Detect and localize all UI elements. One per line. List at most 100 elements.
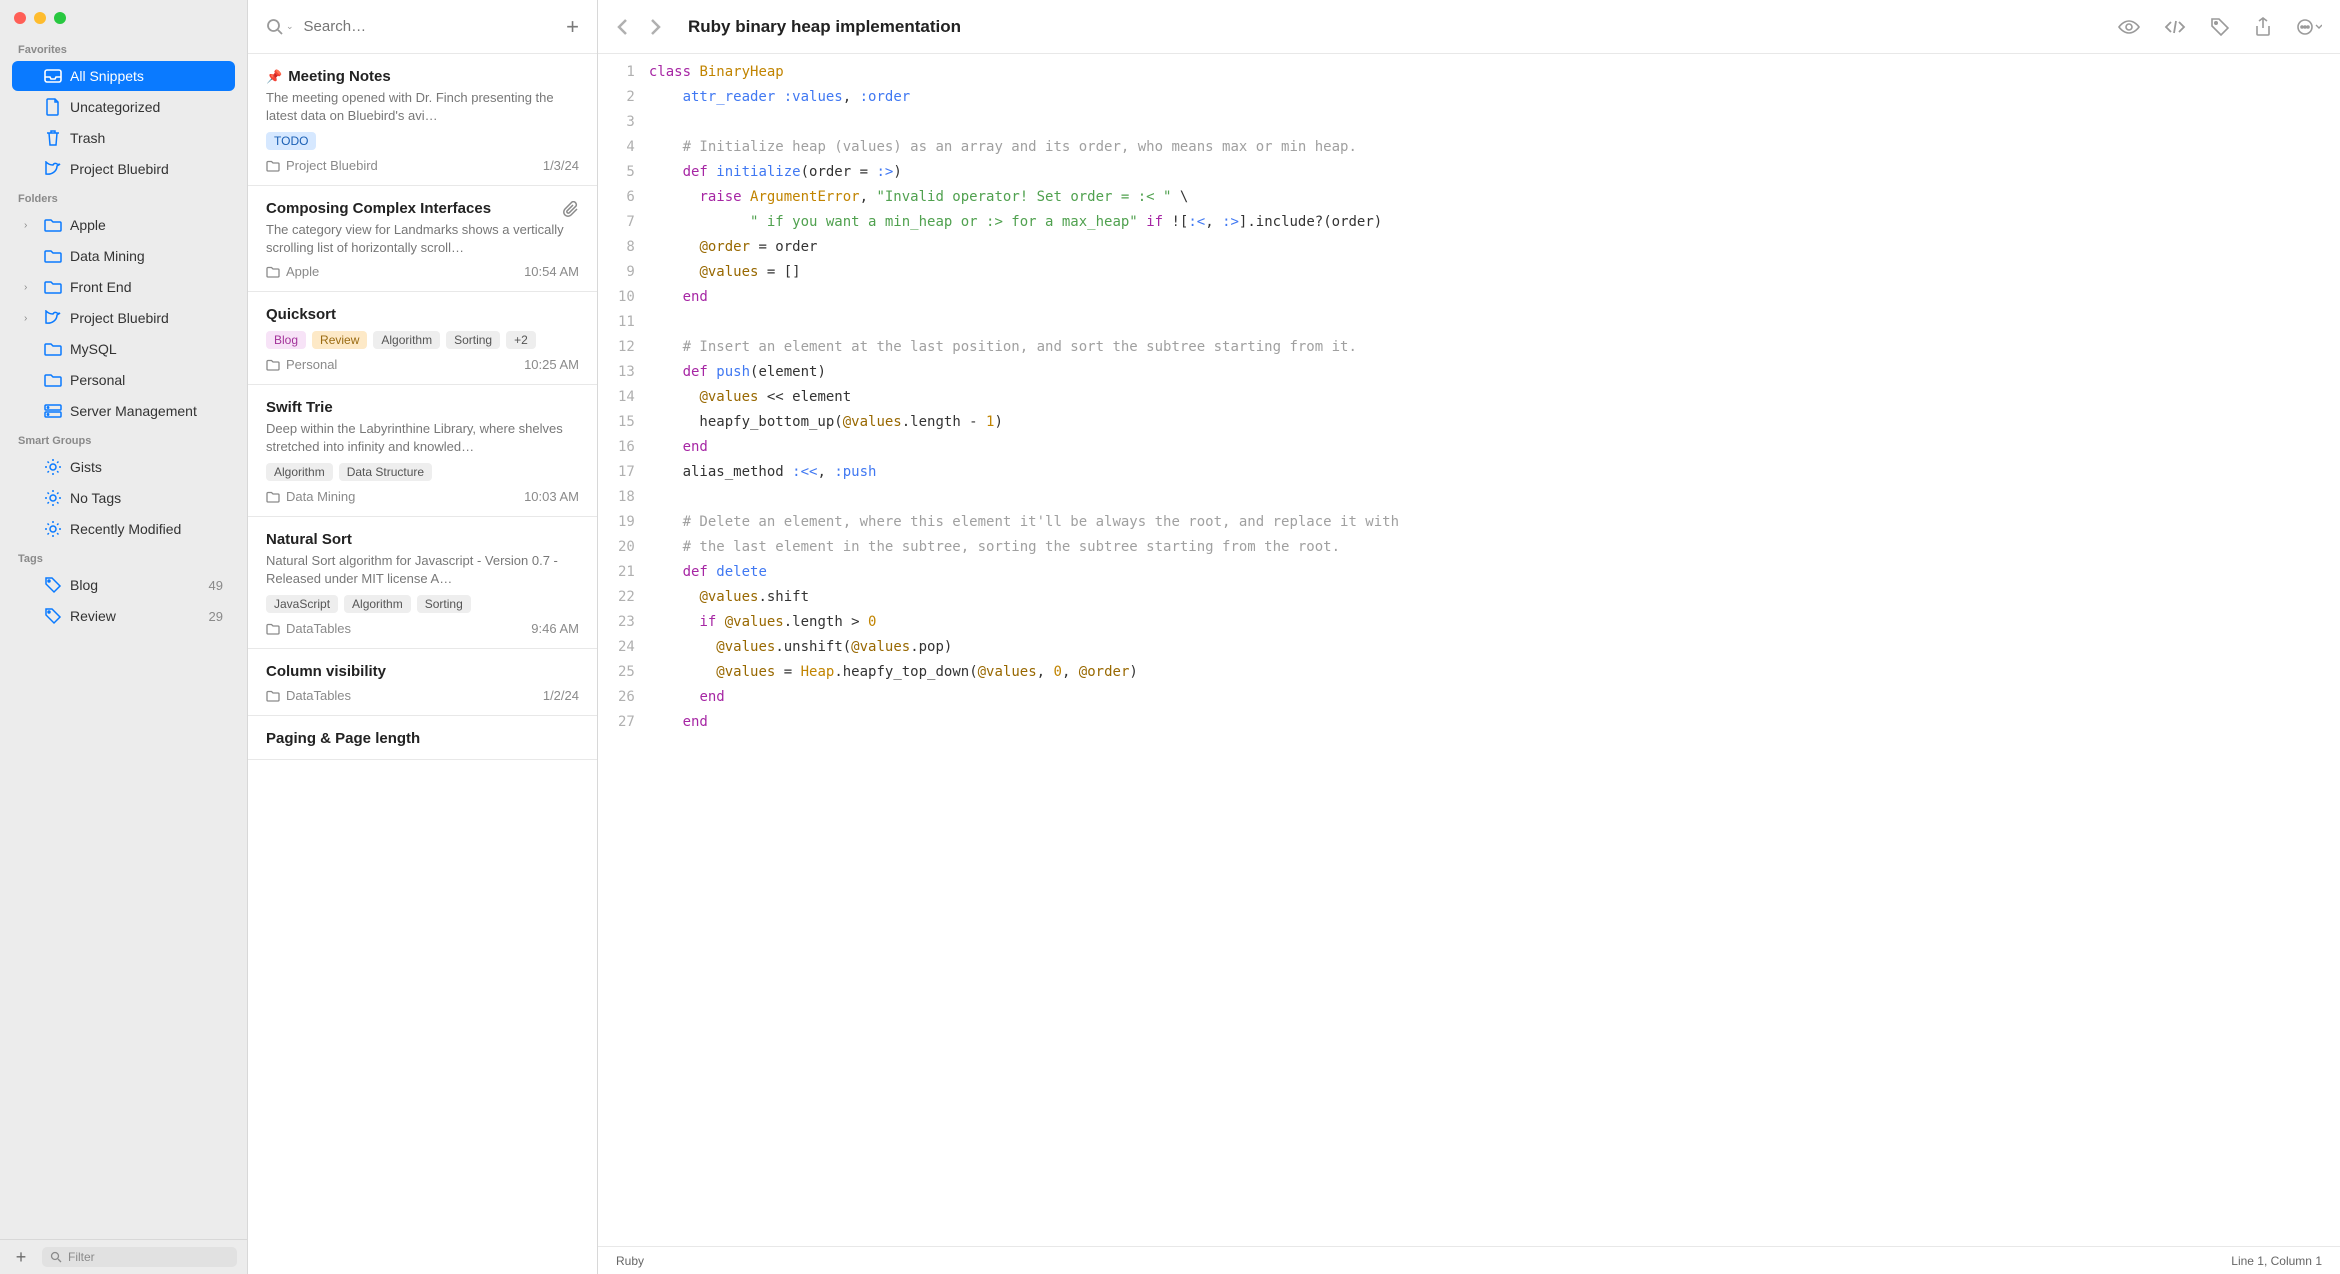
new-snippet-button[interactable]: + [566, 14, 579, 40]
minimize-window[interactable] [34, 12, 46, 24]
cursor-status: Line 1, Column 1 [2231, 1254, 2322, 1268]
snippet-folder: DataTables [266, 688, 351, 703]
snippet-folder: Project Bluebird [266, 158, 378, 173]
tag-chip[interactable]: Algorithm [266, 463, 333, 481]
fullscreen-window[interactable] [54, 12, 66, 24]
server-icon [44, 402, 62, 420]
more-icon[interactable] [2296, 17, 2322, 37]
snippet-folder: DataTables [266, 621, 351, 636]
chevron-right-icon[interactable]: › [24, 220, 36, 231]
filter-input[interactable]: Filter [42, 1247, 237, 1267]
section-favorites: Favorites [0, 36, 247, 60]
nav-folder-server[interactable]: Server Management [12, 396, 235, 426]
nav-tag-blog[interactable]: Blog 49 [12, 570, 235, 600]
gear-icon [44, 520, 62, 538]
tag-chip[interactable]: Sorting [417, 595, 471, 613]
snippet-list-pane: ⌄ + 📌Meeting NotesThe meeting opened wit… [248, 0, 598, 1274]
bird-icon [44, 160, 62, 178]
snippet-title: Natural Sort [266, 531, 579, 548]
folder-icon [44, 247, 62, 265]
nav-folder-mysql[interactable]: MySQL [12, 334, 235, 364]
editor-pane: Ruby binary heap implementation 12345678… [598, 0, 2340, 1274]
snippet-preview: Natural Sort algorithm for Javascript - … [266, 552, 579, 587]
tag-chip[interactable]: JavaScript [266, 595, 338, 613]
trash-icon [44, 129, 62, 147]
tag-chip[interactable]: Algorithm [373, 331, 440, 349]
snippet-title: Paging & Page length [266, 730, 579, 747]
snippet-time: 10:54 AM [524, 264, 579, 279]
snippet-item[interactable]: Swift Trie Deep within the Labyrinthine L… [248, 385, 597, 517]
bird-icon [44, 309, 62, 327]
nav-uncategorized[interactable]: Uncategorized [12, 92, 235, 122]
nav-back-button[interactable] [616, 17, 630, 37]
snippet-item[interactable]: Composing Complex Interfaces The category… [248, 186, 597, 292]
nav-forward-button[interactable] [648, 17, 662, 37]
share-icon[interactable] [2254, 17, 2272, 37]
code-editor[interactable]: 1234567891011121314151617181920212223242… [598, 54, 2340, 1246]
nav-folder-personal[interactable]: Personal [12, 365, 235, 395]
tag-icon [44, 576, 62, 594]
search-icon: ⌄ [266, 18, 294, 36]
pin-icon: 📌 [266, 69, 282, 85]
tag-chip[interactable]: Blog [266, 331, 306, 349]
snippet-folder: Personal [266, 357, 337, 372]
tag-chip[interactable]: Review [312, 331, 367, 349]
sidebar: Favorites All Snippets Uncategorized Tra… [0, 0, 248, 1274]
nav-fav-bluebird[interactable]: Project Bluebird [12, 154, 235, 184]
gear-icon [44, 458, 62, 476]
filter-icon [50, 1251, 62, 1263]
close-window[interactable] [14, 12, 26, 24]
snippet-item[interactable]: Column visibility DataTables1/2/24 [248, 649, 597, 716]
tag-icon [44, 607, 62, 625]
snippet-item[interactable]: Paging & Page length [248, 716, 597, 760]
folder-icon [44, 371, 62, 389]
preview-icon[interactable] [2118, 17, 2140, 37]
nav-smart-gists[interactable]: Gists [12, 452, 235, 482]
snippet-title: Composing Complex Interfaces [266, 200, 557, 217]
snippet-preview: Deep within the Labyrinthine Library, wh… [266, 420, 579, 455]
nav-smart-recent[interactable]: Recently Modified [12, 514, 235, 544]
folder-icon [44, 340, 62, 358]
snippet-time: 9:46 AM [531, 621, 579, 636]
nav-tag-review[interactable]: Review 29 [12, 601, 235, 631]
code-icon[interactable] [2164, 17, 2186, 37]
chevron-right-icon[interactable]: › [24, 313, 36, 324]
chevron-right-icon[interactable]: › [24, 282, 36, 293]
snippet-time: 10:25 AM [524, 357, 579, 372]
nav-smart-notags[interactable]: No Tags [12, 483, 235, 513]
snippet-folder: Apple [266, 264, 319, 279]
nav-folder-bluebird[interactable]: › Project Bluebird [12, 303, 235, 333]
snippet-title: Meeting Notes [288, 68, 579, 85]
add-button[interactable]: + [10, 1246, 32, 1268]
tag-chip[interactable]: Algorithm [344, 595, 411, 613]
editor-title[interactable]: Ruby binary heap implementation [688, 17, 2100, 37]
snippet-item[interactable]: 📌Meeting NotesThe meeting opened with Dr… [248, 54, 597, 186]
tag-chip[interactable]: Data Structure [339, 463, 432, 481]
snippet-title: Quicksort [266, 306, 579, 323]
nav-trash[interactable]: Trash [12, 123, 235, 153]
snippet-item[interactable]: Quicksort Blog Review Algorithm Sorting +2 Pe… [248, 292, 597, 385]
snippet-title: Swift Trie [266, 399, 579, 416]
tag-chip[interactable]: Sorting [446, 331, 500, 349]
snippet-time: 1/3/24 [543, 158, 579, 173]
folder-icon [44, 278, 62, 296]
window-controls [0, 0, 247, 36]
tag-icon[interactable] [2210, 17, 2230, 37]
snippet-preview: The category view for Landmarks shows a … [266, 221, 579, 256]
tag-chip[interactable]: +2 [506, 331, 536, 349]
nav-folder-apple[interactable]: › Apple [12, 210, 235, 240]
language-selector[interactable]: Ruby [616, 1254, 644, 1268]
section-folders: Folders [0, 185, 247, 209]
doc-icon [44, 98, 62, 116]
nav-all-snippets[interactable]: All Snippets [12, 61, 235, 91]
snippet-folder: Data Mining [266, 489, 355, 504]
nav-folder-frontend[interactable]: › Front End [12, 272, 235, 302]
gear-icon [44, 489, 62, 507]
search-input[interactable] [304, 18, 557, 35]
snippet-item[interactable]: Natural Sort Natural Sort algorithm for J… [248, 517, 597, 649]
tray-icon [44, 67, 62, 85]
attachment-icon [563, 201, 579, 217]
tag-chip[interactable]: TODO [266, 132, 316, 150]
folder-icon [44, 216, 62, 234]
nav-folder-datamining[interactable]: Data Mining [12, 241, 235, 271]
